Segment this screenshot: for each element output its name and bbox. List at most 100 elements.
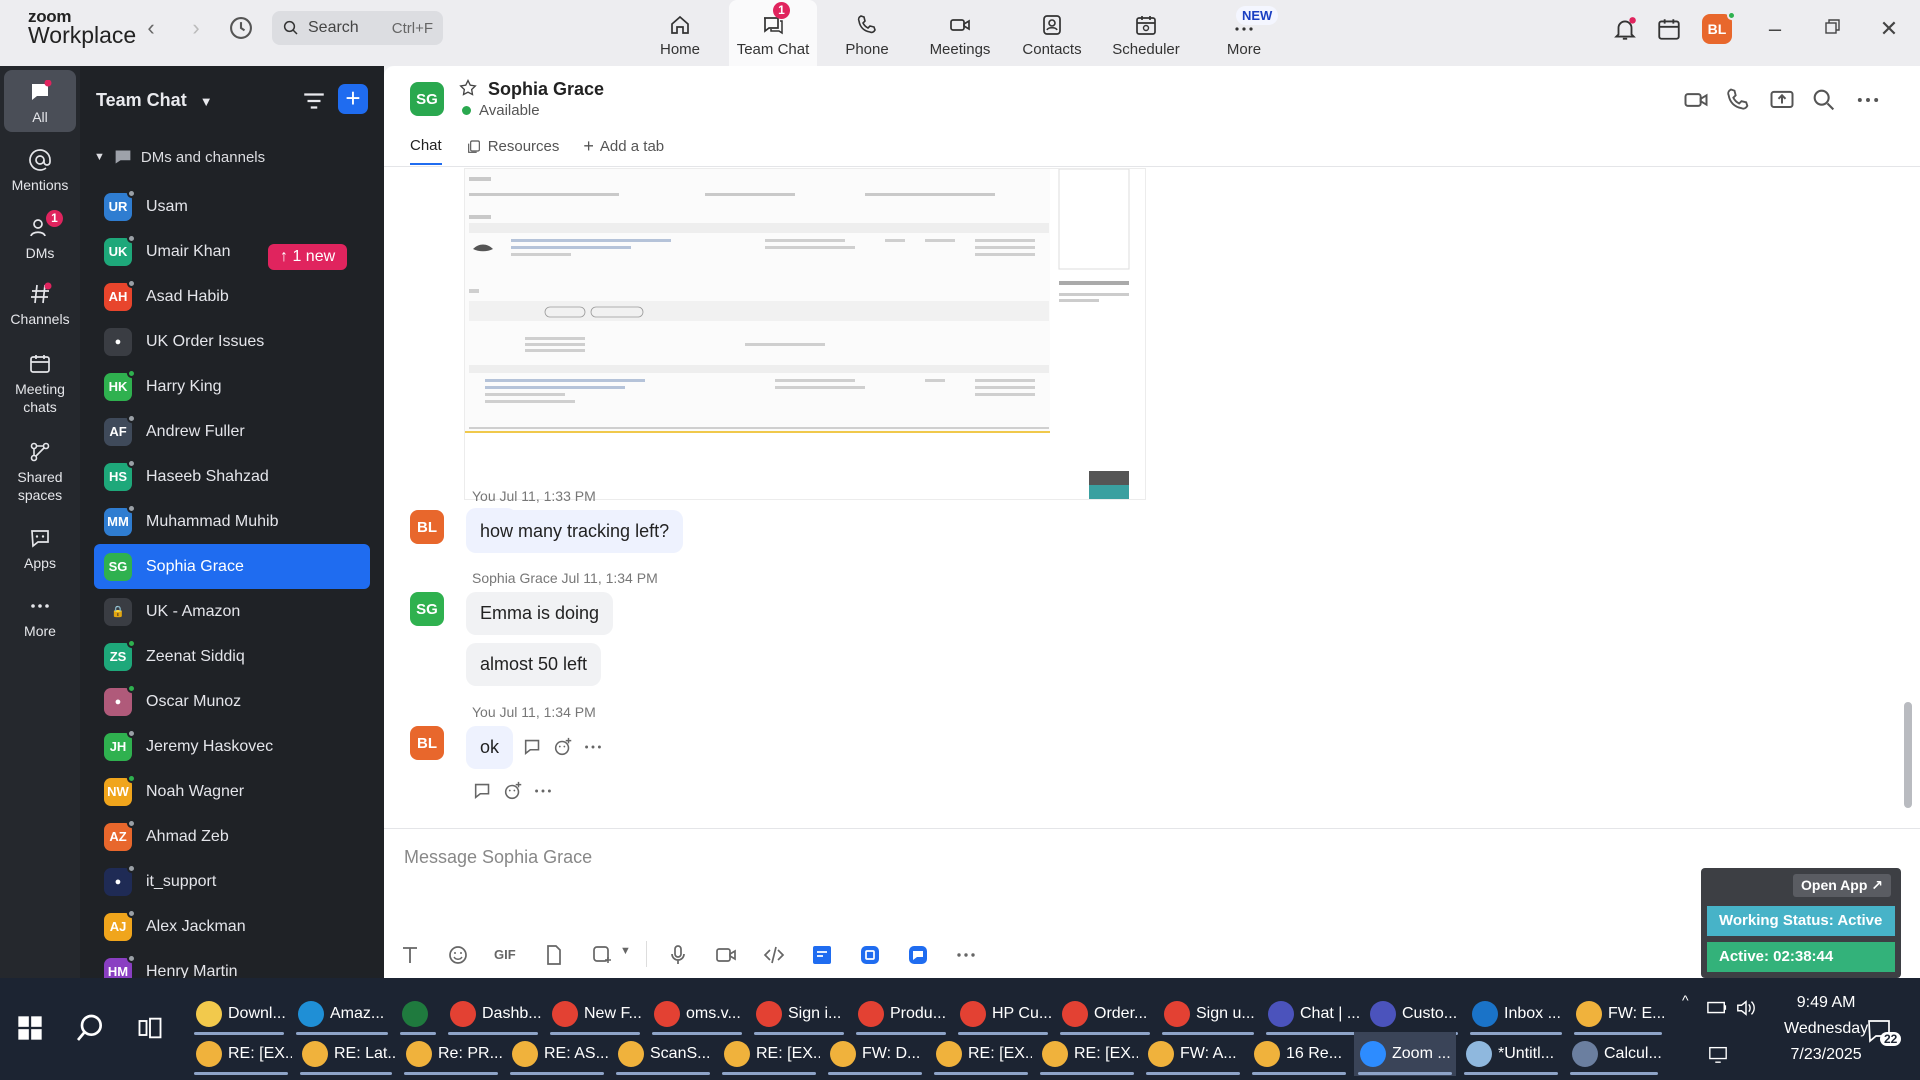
message-more-icon[interactable] <box>532 780 554 802</box>
taskbar-app-button[interactable]: oms.v... <box>648 992 746 1036</box>
taskbar-app-button[interactable]: Order... <box>1056 992 1154 1036</box>
minimize-icon[interactable]: – <box>1760 14 1790 44</box>
message-bubble[interactable]: how many tracking left? <box>466 510 684 553</box>
reply-icon[interactable] <box>522 736 544 758</box>
filter-icon[interactable] <box>301 88 327 114</box>
taskbar-search-icon[interactable] <box>74 1012 106 1044</box>
video-message-icon[interactable] <box>714 943 738 967</box>
system-clock[interactable]: 9:49 AM Wednesday 7/23/2025 <box>1784 990 1868 1068</box>
sidebar-contact-item[interactable]: HK Harry King <box>94 364 370 409</box>
taskbar-app-button[interactable]: RE: [EX... <box>718 1032 820 1076</box>
message-bubble[interactable]: almost 50 left <box>466 643 602 686</box>
contact-name[interactable]: Sophia Grace <box>488 79 604 100</box>
tab-chat[interactable]: Chat <box>410 136 442 165</box>
message-avatar[interactable]: SG <box>410 592 444 626</box>
sidebar-contact-item[interactable]: 🔒 UK - Amazon <box>94 589 370 634</box>
message-bubble[interactable]: Emma is doing <box>466 592 614 635</box>
file-icon[interactable] <box>542 943 566 967</box>
message-avatar[interactable]: BL <box>410 726 444 760</box>
gif-button[interactable]: GIF <box>494 947 516 962</box>
sidebar-contact-item[interactable]: UR Usam <box>94 184 370 229</box>
sidebar-contact-item[interactable]: HM Henry Martin <box>94 949 370 978</box>
taskbar-app-button[interactable]: Inbox ... <box>1466 992 1566 1036</box>
calendar-icon[interactable] <box>1656 16 1682 42</box>
sidebar-title-dropdown[interactable]: Team Chat ▼ <box>96 90 213 111</box>
star-icon[interactable] <box>458 78 478 98</box>
tab-meetings[interactable]: Meetings <box>922 0 998 66</box>
taskbar-app-button[interactable]: RE: [EX... <box>190 1032 292 1076</box>
rail-item-meeting-chats[interactable]: Meeting chats <box>4 352 76 416</box>
rail-item-shared-spaces[interactable]: Shared spaces <box>4 440 76 504</box>
code-snippet-icon[interactable] <box>762 943 786 967</box>
sidebar-contact-item[interactable]: AF Andrew Fuller <box>94 409 370 454</box>
back-arrow-icon[interactable]: ‹ <box>137 14 165 42</box>
close-icon[interactable]: ✕ <box>1874 14 1904 44</box>
share-screen-icon[interactable] <box>1768 86 1796 114</box>
tab-resources[interactable]: Resources <box>466 136 559 165</box>
tab-add[interactable]: + Add a tab <box>583 136 664 165</box>
rail-item-all[interactable]: All <box>4 70 76 132</box>
rail-item-mentions[interactable]: Mentions <box>4 148 76 195</box>
dms-channels-section[interactable]: ▼ DMs and channels <box>94 148 265 166</box>
rail-item-apps[interactable]: Apps <box>4 526 76 573</box>
taskbar-app-button[interactable]: *Untitl... <box>1460 1032 1562 1076</box>
battery-icon[interactable] <box>1706 998 1728 1018</box>
emoji-icon[interactable] <box>446 943 470 967</box>
taskbar-app-button[interactable]: Downl... <box>190 992 288 1036</box>
tab-team-chat[interactable]: Team Chat 1 <box>729 0 817 66</box>
rail-item-channels[interactable]: Channels <box>4 282 76 329</box>
text-format-icon[interactable] <box>398 943 422 967</box>
message-avatar[interactable]: BL <box>410 510 444 544</box>
tab-scheduler[interactable]: Scheduler <box>1112 0 1180 66</box>
chat-search-icon[interactable] <box>1810 86 1838 114</box>
display-icon[interactable] <box>1706 1044 1730 1064</box>
working-status-bar[interactable]: Working Status: Active <box>1707 906 1895 936</box>
chat-scrollbar[interactable] <box>1904 702 1912 808</box>
new-messages-pill[interactable]: ↑ 1 new <box>268 244 348 270</box>
sidebar-contact-item[interactable]: NW Noah Wagner <box>94 769 370 814</box>
notes-app-icon[interactable] <box>858 943 882 967</box>
new-chat-button[interactable]: + <box>338 84 368 114</box>
sidebar-contact-item[interactable]: AJ Alex Jackman <box>94 904 370 949</box>
volume-icon[interactable] <box>1734 998 1758 1018</box>
taskbar-app-button[interactable]: Re: PR... <box>400 1032 502 1076</box>
more-options-icon[interactable] <box>1854 86 1882 114</box>
taskbar-app-button[interactable]: HP Cu... <box>954 992 1052 1036</box>
sidebar-contact-item[interactable]: ● UK Order Issues <box>94 319 370 364</box>
history-icon[interactable] <box>227 14 255 42</box>
sidebar-contact-item[interactable]: ZS Zeenat Siddiq <box>94 634 370 679</box>
emoji-react-icon[interactable] <box>552 736 574 758</box>
rail-item-more[interactable]: More <box>4 594 76 641</box>
phone-call-icon[interactable] <box>1724 86 1752 114</box>
sidebar-contact-item[interactable]: HS Haseeb Shahzad <box>94 454 370 499</box>
search-bar[interactable]: Search Ctrl+F <box>272 11 443 45</box>
bell-icon[interactable] <box>1612 16 1638 42</box>
taskbar-app-button[interactable]: Chat | ... <box>1262 992 1360 1036</box>
taskbar-app-button[interactable]: New F... <box>546 992 644 1036</box>
taskbar-app-button[interactable]: Custo... <box>1364 992 1462 1036</box>
taskbar-app-button[interactable]: Amaz... <box>292 992 392 1036</box>
taskbar-app-button[interactable]: 16 Re... <box>1248 1032 1350 1076</box>
taskbar-app-button[interactable] <box>396 992 440 1036</box>
taskbar-app-button[interactable]: Calcul... <box>1566 1032 1662 1076</box>
reply-icon[interactable] <box>472 780 494 802</box>
sidebar-contact-item[interactable]: ● Oscar Munoz <box>94 679 370 724</box>
sidebar-contact-item[interactable]: ● it_support <box>94 859 370 904</box>
tab-home[interactable]: Home <box>648 0 712 66</box>
rail-item-dms[interactable]: DMs 1 <box>4 210 76 263</box>
message-bubble[interactable]: ok <box>466 726 514 769</box>
restore-icon[interactable] <box>1818 14 1848 44</box>
sidebar-contact-item[interactable]: AH Asad Habib <box>94 274 370 319</box>
taskbar-app-button[interactable]: FW: D... <box>824 1032 926 1076</box>
composer-more-icon[interactable] <box>954 943 978 967</box>
sidebar-contact-item[interactable]: AZ Ahmad Zeb <box>94 814 370 859</box>
taskbar-app-button[interactable]: FW: E... <box>1570 992 1666 1036</box>
message-composer[interactable]: Message Sophia Grace GIF ▼ <box>384 828 1920 978</box>
clips-app-icon[interactable] <box>906 943 930 967</box>
taskbar-app-button[interactable]: Produ... <box>852 992 950 1036</box>
taskbar-app-button[interactable]: Dashb... <box>444 992 542 1036</box>
emoji-react-icon[interactable] <box>502 780 524 802</box>
whiteboard-app-icon[interactable] <box>810 943 834 967</box>
sidebar-contact-item[interactable]: JH Jeremy Haskovec <box>94 724 370 769</box>
taskbar-app-button[interactable]: RE: AS... <box>506 1032 608 1076</box>
